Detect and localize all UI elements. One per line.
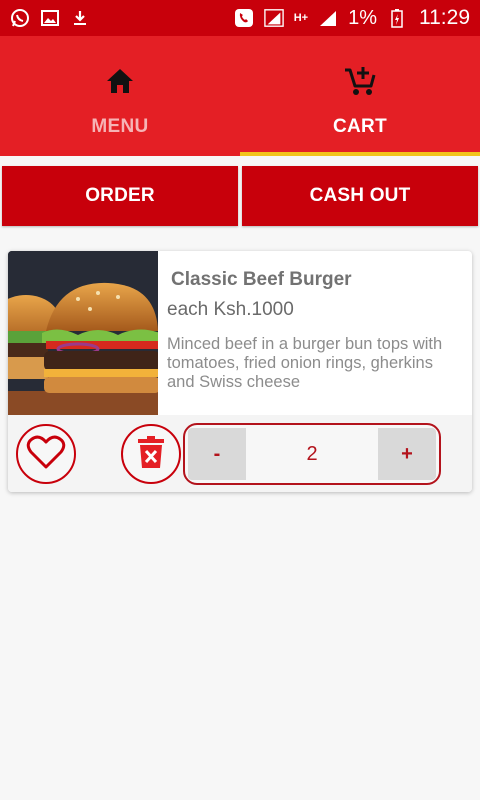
favorite-button[interactable] <box>16 424 76 484</box>
status-bar-right: H+ 1% 11:29 <box>234 6 470 30</box>
increase-quantity-button[interactable]: + <box>378 428 436 480</box>
phone-icon <box>234 8 254 28</box>
tab-menu[interactable]: MENU <box>0 36 240 156</box>
home-icon <box>103 64 137 98</box>
cash-out-button[interactable]: CASH OUT <box>242 166 478 226</box>
whatsapp-icon <box>10 8 30 28</box>
active-tab-indicator <box>240 152 480 156</box>
tab-cart[interactable]: CART <box>240 36 480 156</box>
signal-strength-icon <box>318 8 338 28</box>
burger-image <box>8 251 158 415</box>
trash-icon <box>136 435 166 474</box>
cart-add-icon <box>343 64 377 98</box>
cart-item-card: Classic Beef Burger each Ksh.1000 Minced… <box>8 251 472 492</box>
decrease-quantity-button[interactable]: - <box>188 428 246 480</box>
item-name: Classic Beef Burger <box>171 269 352 290</box>
download-icon <box>70 8 90 28</box>
heart-icon <box>26 434 66 475</box>
item-actions: - 2 + <box>8 415 472 492</box>
item-price: each Ksh.1000 <box>167 299 294 320</box>
tab-bar: MENU CART <box>0 36 480 156</box>
order-button[interactable]: ORDER <box>2 166 238 226</box>
item-info: Classic Beef Burger each Ksh.1000 Minced… <box>158 251 472 415</box>
delete-button[interactable] <box>121 424 181 484</box>
image-icon <box>40 8 60 28</box>
battery-icon <box>387 8 407 28</box>
tab-menu-label: MENU <box>91 116 149 137</box>
action-row: ORDER CASH OUT <box>2 166 478 226</box>
quantity-stepper: - 2 + <box>183 423 441 485</box>
item-description: Minced beef in a burger bun tops with to… <box>167 335 443 391</box>
signal-icon <box>263 8 284 28</box>
tab-cart-label: CART <box>333 116 387 137</box>
status-bar: H+ 1% 11:29 <box>0 0 480 36</box>
quantity-value: 2 <box>306 442 318 465</box>
clock: 11:29 <box>419 6 470 29</box>
status-bar-left <box>10 8 90 28</box>
network-type: H+ <box>293 12 309 24</box>
battery-percent: 1% <box>348 6 377 29</box>
